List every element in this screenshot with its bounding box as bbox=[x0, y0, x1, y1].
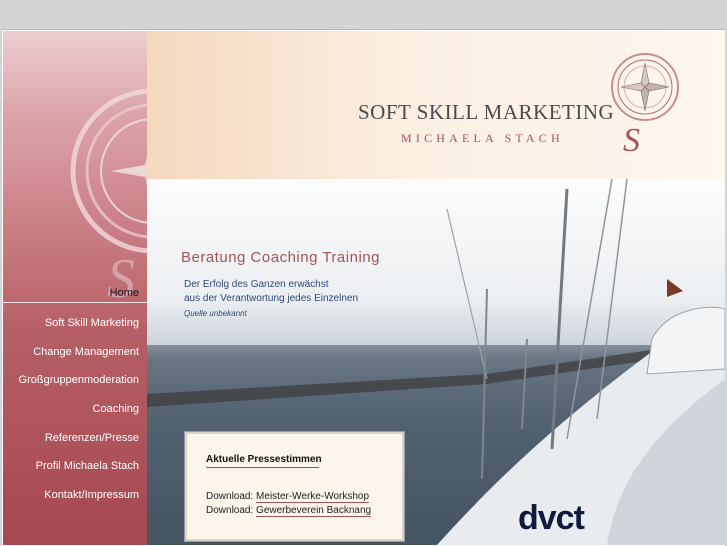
press-heading: Aktuelle Pressestimmen bbox=[206, 454, 322, 465]
membership-label: Mitglied im bbox=[516, 487, 560, 497]
logo-letter: S bbox=[623, 122, 640, 157]
nav-item-profil[interactable]: Profil Michaela Stach bbox=[36, 460, 139, 472]
compass-logo-icon: S bbox=[611, 53, 679, 157]
nav-item-change-management[interactable]: Change Management bbox=[33, 346, 139, 358]
nav-item-kontakt[interactable]: Kontakt/Impressum bbox=[44, 489, 139, 501]
compass-watermark-icon: S bbox=[70, 88, 147, 303]
quote-source: Quelle unbekannt bbox=[184, 309, 247, 318]
download-link-meister-werke[interactable]: Meister-Werke-Workshop bbox=[256, 491, 370, 503]
press-box: Aktuelle Pressestimmen Download: Meister… bbox=[185, 432, 404, 541]
sidebar: S Home Soft Skill Marketing Change Manag… bbox=[3, 31, 147, 545]
dvct-logo[interactable]: dvct bbox=[518, 499, 585, 538]
nav-item-home[interactable]: Home bbox=[110, 287, 139, 299]
download-label: Download: bbox=[206, 505, 254, 516]
press-row: Download: Meister-Werke-Workshop bbox=[206, 491, 370, 503]
brand-subtitle: MICHAELA STACH bbox=[401, 131, 564, 145]
download-link-gewerbeverein[interactable]: Gewerbeverein Backnang bbox=[256, 505, 372, 517]
nav-item-soft-skill-marketing[interactable]: Soft Skill Marketing bbox=[45, 317, 139, 329]
brand-title: SOFT SKILL MARKETING bbox=[358, 100, 615, 124]
download-label: Download: bbox=[206, 491, 254, 502]
press-row: Download: Gewerbeverein Backnang bbox=[206, 505, 372, 517]
quote: Der Erfolg des Ganzen erwächst aus der V… bbox=[184, 278, 358, 306]
nav-item-coaching[interactable]: Coaching bbox=[93, 403, 139, 415]
quote-line-1: Der Erfolg des Ganzen erwächst bbox=[184, 279, 329, 290]
sidebar-divider bbox=[3, 302, 147, 303]
sidebar-watermark: S bbox=[3, 31, 147, 303]
press-heading-underline bbox=[206, 467, 319, 468]
nav-item-referenzen-presse[interactable]: Referenzen/Presse bbox=[45, 432, 139, 444]
quote-line-2: aus der Verantwortung jedes Einzelnen bbox=[184, 293, 359, 304]
nav-item-grossgruppenmoderation[interactable]: Großgruppenmoderation bbox=[19, 374, 139, 386]
tagline: Beratung Coaching Training bbox=[181, 249, 380, 266]
